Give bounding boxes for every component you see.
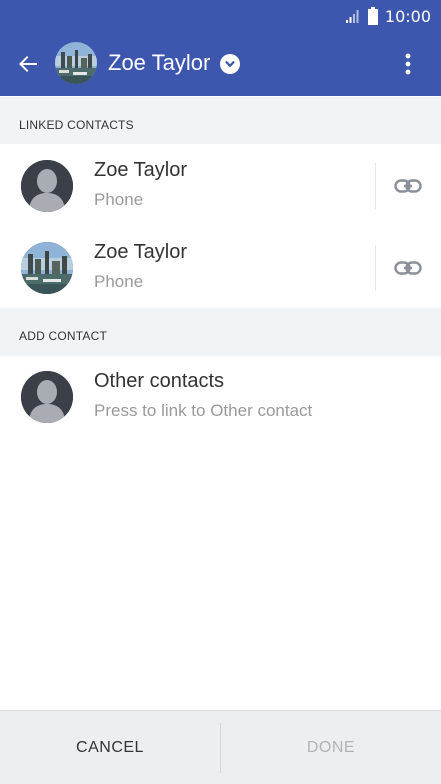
battery-icon (367, 7, 378, 25)
add-contact-header: ADD CONTACT (0, 308, 441, 356)
contact-source: Phone (94, 190, 144, 209)
add-contact-title: ADD CONTACT (19, 329, 107, 343)
contact-name: Zoe Taylor (94, 241, 188, 263)
avatar (21, 371, 73, 423)
more-options-button[interactable] (393, 46, 423, 82)
contact-name: Zoe Taylor (94, 159, 188, 181)
chevron-down-icon[interactable] (220, 54, 240, 74)
done-button[interactable]: DONE (221, 711, 441, 784)
more-vert-icon (405, 53, 411, 75)
link-icon (394, 179, 422, 193)
contact-source: Phone (94, 272, 144, 291)
avatar (21, 242, 73, 294)
linked-contacts-title: LINKED CONTACTS (19, 118, 134, 132)
divider (375, 245, 376, 291)
other-contacts-hint: Press to link to Other contact (94, 401, 313, 420)
contact-photo-icon (55, 42, 97, 84)
bottom-action-bar: CANCEL DONE (0, 710, 441, 784)
person-placeholder-icon (21, 371, 73, 423)
other-contacts-label: Other contacts (94, 370, 225, 392)
status-indicators: 10:00 (345, 6, 431, 26)
unlink-button[interactable] (390, 253, 426, 283)
header-contact-name[interactable]: Zoe Taylor (108, 50, 210, 76)
app-bar: Zoe Taylor (0, 32, 441, 96)
divider (375, 163, 376, 209)
back-button[interactable] (10, 46, 46, 82)
unlink-button[interactable] (390, 171, 426, 201)
person-placeholder-icon (21, 160, 73, 212)
other-contacts-row[interactable]: Other contacts Press to link to Other co… (0, 356, 441, 437)
contact-photo-icon (21, 242, 73, 294)
signal-icon (345, 10, 359, 23)
status-time: 10:00 (384, 6, 431, 26)
cancel-button[interactable]: CANCEL (0, 711, 220, 784)
linked-contacts-header: LINKED CONTACTS (0, 97, 441, 144)
back-arrow-icon (19, 56, 37, 72)
linked-contact-row[interactable]: Zoe Taylor Phone (0, 145, 441, 226)
header-avatar (55, 42, 97, 84)
avatar (21, 160, 73, 212)
status-bar: 10:00 (0, 0, 441, 32)
link-icon (394, 261, 422, 275)
linked-contact-row[interactable]: Zoe Taylor Phone (0, 227, 441, 308)
